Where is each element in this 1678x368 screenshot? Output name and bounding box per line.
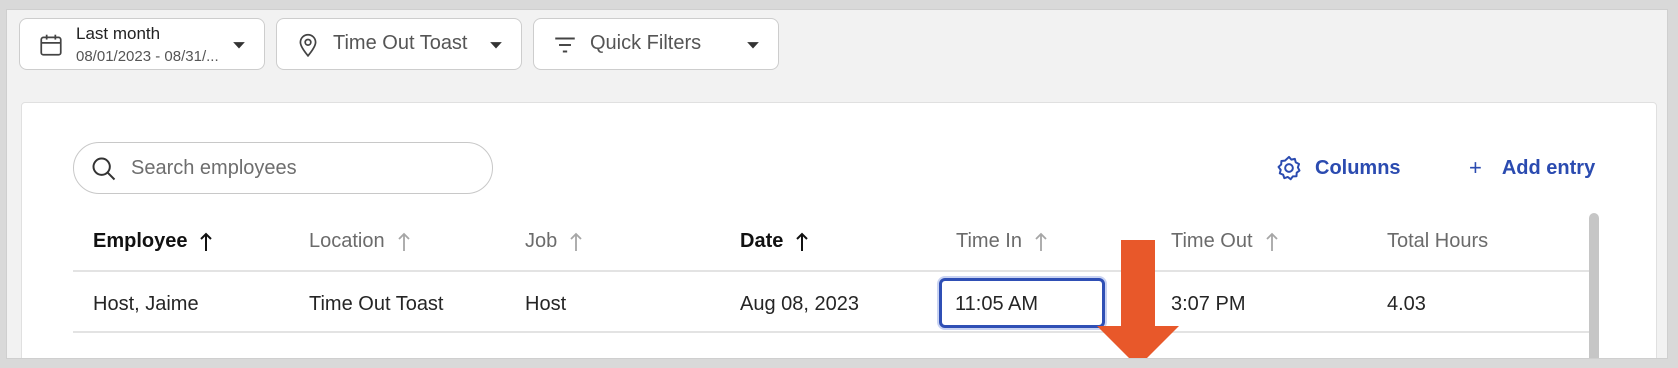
chevron-down-icon: [233, 42, 245, 49]
arrow-up-icon: [200, 232, 213, 251]
row-divider: [73, 331, 1589, 333]
cell-employee: Host, Jaime: [93, 293, 199, 315]
column-header-date[interactable]: Date: [740, 230, 809, 253]
arrow-up-icon: [397, 232, 410, 251]
column-header-label: Job: [525, 230, 558, 252]
calendar-icon: [40, 34, 62, 56]
search-employees-input[interactable]: Search employees: [73, 142, 493, 194]
search-icon: [92, 157, 116, 181]
add-entry-button[interactable]: + Add entry: [1465, 153, 1595, 183]
column-header-label: Location: [309, 230, 385, 252]
arrow-up-icon: [1035, 232, 1047, 251]
column-header-label: Time In: [956, 230, 1022, 252]
date-range-filter[interactable]: Last month 08/01/2023 - 08/31/...: [19, 18, 265, 70]
date-filter-range: 08/01/2023 - 08/31/...: [76, 48, 219, 65]
columns-label: Columns: [1315, 156, 1401, 179]
column-header-label: Date: [740, 230, 784, 252]
column-header-label: Time Out: [1171, 230, 1253, 252]
location-filter[interactable]: Time Out Toast: [276, 18, 522, 70]
chevron-down-icon: [490, 42, 502, 49]
quick-filters-label: Quick Filters: [590, 32, 702, 54]
arrow-up-icon: [796, 232, 809, 251]
time-entries-card: Search employees Columns + Add entry Emp…: [21, 102, 1657, 358]
date-filter-label: Last month: [76, 24, 161, 43]
arrow-up-icon: [570, 232, 582, 251]
filter-icon: [555, 37, 575, 53]
columns-button[interactable]: Columns: [1275, 153, 1401, 183]
column-header-time-in[interactable]: Time In: [956, 230, 1048, 253]
column-header-time-out[interactable]: Time Out: [1171, 230, 1279, 253]
location-filter-label: Time Out Toast: [333, 32, 468, 54]
gear-icon: [1277, 155, 1301, 181]
plus-icon: +: [1469, 155, 1482, 180]
add-entry-label: Add entry: [1501, 156, 1596, 179]
cell-location: Time Out Toast: [309, 293, 444, 315]
column-header-location[interactable]: Location: [309, 230, 411, 253]
chevron-down-icon: [747, 42, 759, 49]
column-header-label: Employee: [93, 230, 188, 252]
column-header-job[interactable]: Job: [525, 230, 583, 253]
scrollbar[interactable]: [1589, 213, 1599, 358]
cell-time-out: 3:07 PM: [1171, 293, 1246, 315]
column-header-total-hours[interactable]: Total Hours: [1387, 230, 1488, 253]
arrow-up-icon: [1265, 232, 1278, 251]
cell-total-hours: 4.03: [1387, 293, 1426, 315]
cell-job: Host: [525, 293, 567, 315]
column-header-label: Total Hours: [1387, 230, 1489, 252]
time-in-input[interactable]: 11:05 AM: [939, 278, 1105, 328]
cell-date: Aug 08, 2023: [740, 293, 859, 315]
search-placeholder: Search employees: [131, 157, 297, 179]
table-header-divider: [73, 270, 1589, 272]
annotation-arrow-icon: [1097, 240, 1179, 358]
app-frame: Last month 08/01/2023 - 08/31/... Time O…: [6, 9, 1668, 359]
column-header-employee[interactable]: Employee: [93, 230, 213, 253]
time-in-value: 11:05 AM: [955, 293, 1039, 315]
quick-filters[interactable]: Quick Filters: [533, 18, 779, 70]
location-pin-icon: [299, 33, 317, 58]
